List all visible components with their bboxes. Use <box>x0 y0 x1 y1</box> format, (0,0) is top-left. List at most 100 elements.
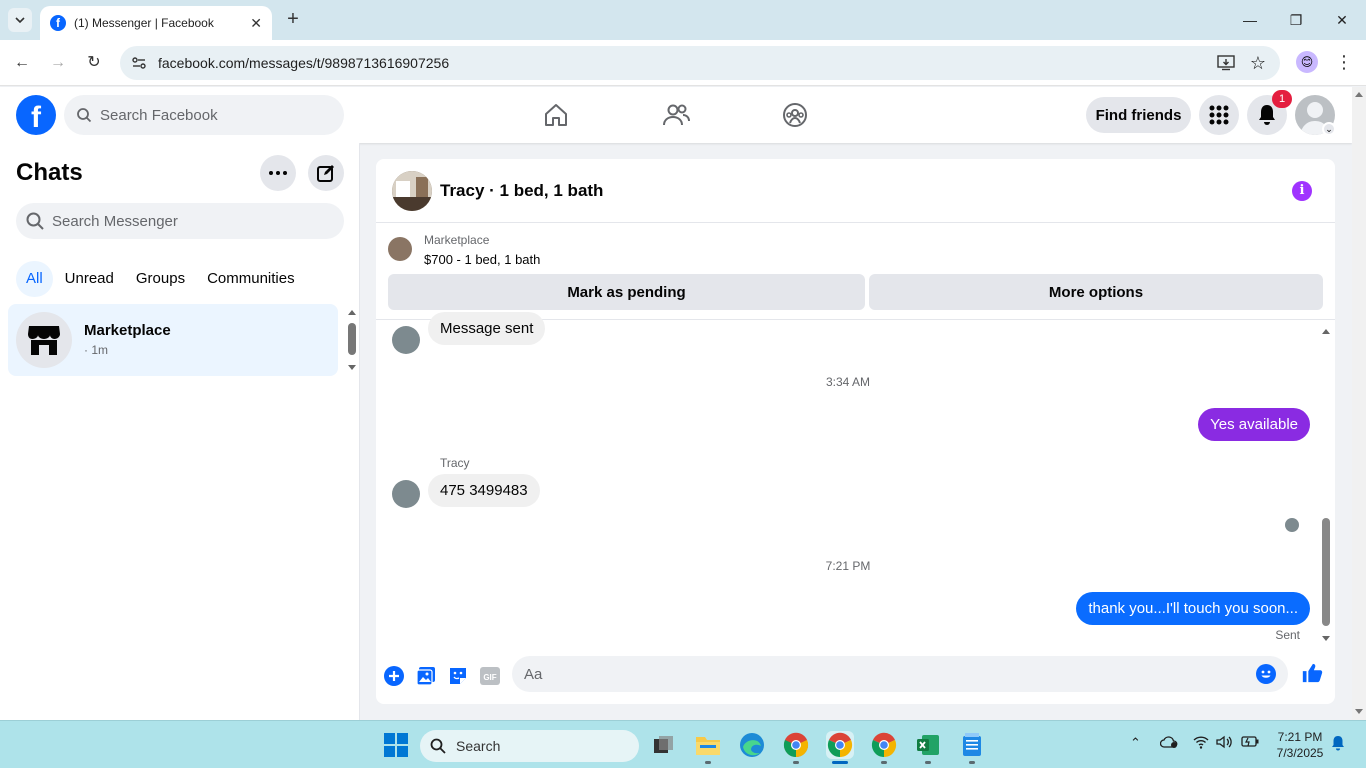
filter-communities[interactable]: Communities <box>197 261 305 297</box>
facebook-search-input[interactable] <box>100 106 320 124</box>
install-app-icon[interactable] <box>1214 46 1238 80</box>
task-view-icon[interactable] <box>650 731 678 759</box>
timestamp: 7:21 PM <box>825 559 871 573</box>
chevron-down-icon <box>15 17 25 24</box>
listing-title[interactable]: $700 - 1 bed, 1 bath <box>424 252 540 267</box>
conversation-item-marketplace[interactable]: Marketplace · 1m <box>8 304 338 376</box>
conversation-time: · 1m <box>84 343 108 357</box>
add-plus-icon[interactable] <box>383 665 405 687</box>
home-icon[interactable] <box>540 99 572 131</box>
battery-icon[interactable] <box>1241 735 1259 750</box>
system-clock[interactable]: 7:21 PM 7/3/2025 <box>1272 729 1328 761</box>
notepad-icon[interactable] <box>958 731 986 759</box>
show-hidden-icons-chevron-icon[interactable]: ⌃ <box>1130 735 1141 751</box>
tab-search-button[interactable] <box>8 8 32 32</box>
chat-list-scrollbar[interactable] <box>346 309 358 373</box>
clock-date: 7/3/2025 <box>1276 746 1324 760</box>
onedrive-status-icon[interactable] <box>1159 735 1178 752</box>
conversation-name: Marketplace <box>84 322 171 339</box>
filter-unread[interactable]: Unread <box>55 261 124 297</box>
account-chevron-icon[interactable]: ⌄ <box>1322 122 1336 136</box>
facebook-search[interactable] <box>64 95 344 135</box>
svg-text:GIF: GIF <box>483 673 496 682</box>
listing-thumbnail[interactable] <box>388 237 412 261</box>
page-scrollbar[interactable] <box>1352 87 1366 720</box>
search-icon <box>26 212 44 230</box>
address-bar[interactable]: facebook.com/messages/t/9898713616907256… <box>120 46 1280 80</box>
message-composer: GIF <box>376 650 1335 704</box>
sticker-icon[interactable] <box>447 665 469 687</box>
site-info-icon[interactable] <box>130 54 148 72</box>
chats-panel: Chats All Unread Groups Communities Mark… <box>0 143 360 720</box>
browser-menu-icon[interactable]: ⋮ <box>1334 51 1354 75</box>
minimize-icon[interactable]: — <box>1238 8 1262 32</box>
chats-title: Chats <box>16 159 83 186</box>
running-indicator <box>925 761 931 764</box>
message-bubble-outgoing[interactable]: Yes available <box>1198 408 1310 441</box>
tab-title: (1) Messenger | Facebook <box>74 16 214 30</box>
running-indicator <box>705 761 711 764</box>
notification-count-badge: 1 <box>1272 90 1292 108</box>
message-bubble-incoming[interactable]: 475 3499483 <box>428 474 540 507</box>
facebook-logo-icon[interactable]: f <box>16 95 56 135</box>
filter-all[interactable]: All <box>16 261 53 297</box>
taskbar-search[interactable]: Search <box>420 730 639 762</box>
groups-icon[interactable] <box>779 99 811 131</box>
tracy-avatar[interactable] <box>392 326 420 354</box>
windows-start-icon[interactable] <box>384 733 408 757</box>
more-horizontal-icon <box>269 171 287 175</box>
find-friends-button[interactable]: Find friends <box>1086 97 1191 133</box>
chat-options-button[interactable] <box>260 155 296 191</box>
chat-filters: All Unread Groups Communities <box>16 261 307 297</box>
browser-tab[interactable]: f (1) Messenger | Facebook ✕ <box>40 6 272 40</box>
filter-groups[interactable]: Groups <box>126 261 195 297</box>
file-explorer-icon[interactable] <box>694 731 722 759</box>
timestamp: 3:34 AM <box>825 375 871 389</box>
messenger-search-input[interactable] <box>52 212 312 230</box>
seen-avatar <box>1285 518 1299 532</box>
info-icon[interactable]: i <box>1292 181 1312 201</box>
notification-center-bell-icon[interactable] <box>1331 735 1345 754</box>
volume-icon[interactable] <box>1216 735 1232 752</box>
taskbar-search-label: Search <box>456 738 501 754</box>
chrome-profile-2-icon[interactable] <box>826 731 854 759</box>
marketplace-store-icon <box>16 312 72 368</box>
scrollbar-thumb[interactable] <box>1322 518 1330 626</box>
contact-avatar[interactable] <box>392 171 432 211</box>
emoji-icon[interactable] <box>1256 664 1276 689</box>
close-window-icon[interactable]: ✕ <box>1330 8 1354 32</box>
conversation-title[interactable]: Tracy · 1 bed, 1 bath <box>440 181 603 201</box>
message-scrollbar[interactable] <box>1320 324 1332 644</box>
gif-icon[interactable]: GIF <box>479 665 501 687</box>
chrome-profile-1-icon[interactable] <box>782 731 810 759</box>
message-input[interactable] <box>524 665 1224 683</box>
reload-icon[interactable]: ↻ <box>82 51 106 75</box>
tracy-avatar[interactable] <box>392 480 420 508</box>
forward-icon[interactable]: → <box>46 51 70 75</box>
excel-icon[interactable] <box>914 731 942 759</box>
more-options-button[interactable]: More options <box>869 274 1323 310</box>
close-tab-icon[interactable]: ✕ <box>250 15 262 32</box>
profile-extension-icon[interactable]: 😊 <box>1296 51 1318 73</box>
wifi-icon[interactable] <box>1193 735 1209 752</box>
marketplace-label: Marketplace <box>424 233 490 247</box>
messenger-search[interactable] <box>16 203 344 239</box>
bookmark-star-icon[interactable]: ☆ <box>1246 46 1270 80</box>
like-thumbs-up-icon[interactable] <box>1301 662 1323 684</box>
facebook-header: f Find friends <box>0 87 1352 143</box>
edge-browser-icon[interactable] <box>738 731 766 759</box>
running-indicator <box>881 761 887 764</box>
message-bubble-incoming[interactable]: Message sent <box>428 312 546 345</box>
chrome-profile-3-icon[interactable] <box>870 731 898 759</box>
message-bubble-outgoing[interactable]: thank you...I'll touch you soon... <box>1076 592 1310 625</box>
new-message-button[interactable] <box>308 155 344 191</box>
back-icon[interactable]: ← <box>10 51 34 75</box>
new-tab-button[interactable]: + <box>282 8 304 32</box>
restore-icon[interactable]: ❐ <box>1284 8 1308 32</box>
mark-as-pending-button[interactable]: Mark as pending <box>388 274 865 310</box>
message-input-box[interactable] <box>512 656 1288 692</box>
photo-icon[interactable] <box>415 665 437 687</box>
friends-icon[interactable] <box>660 99 692 131</box>
message-list: Message sent 3:34 AM Yes available Tracy… <box>376 312 1335 650</box>
menu-grid-icon[interactable] <box>1199 95 1239 135</box>
